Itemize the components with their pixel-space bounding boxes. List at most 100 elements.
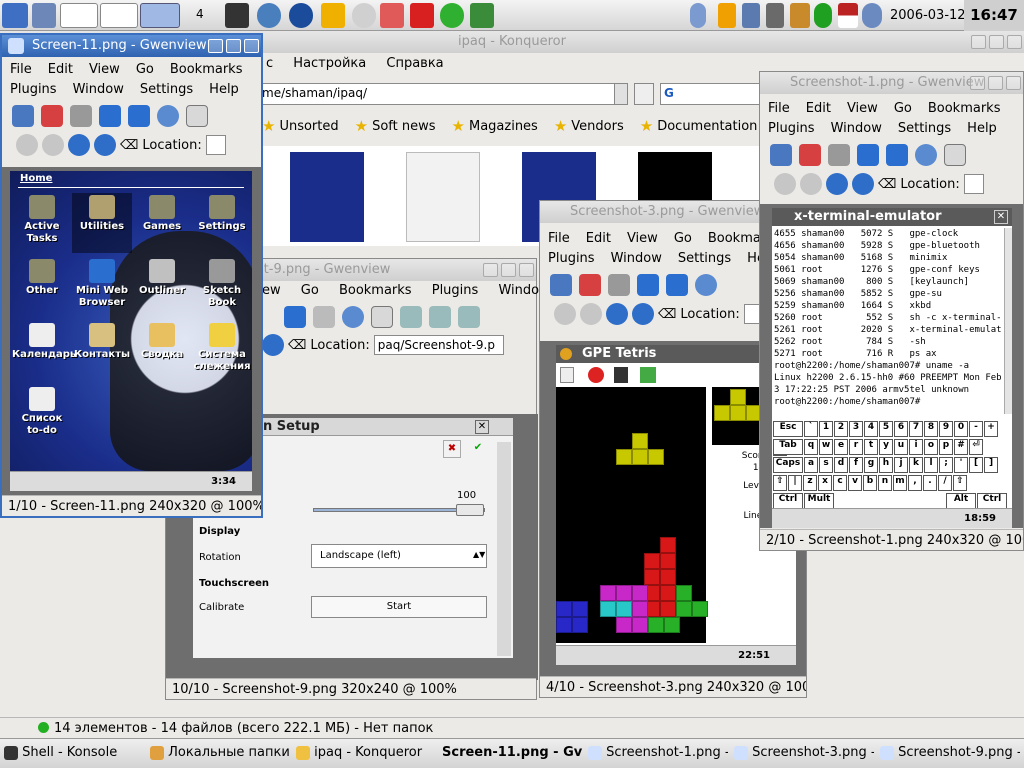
menu-file[interactable]: File (10, 62, 32, 77)
zoom-fit-icon[interactable] (944, 144, 966, 166)
menu-plugins[interactable]: Plugins (548, 251, 595, 266)
back-icon[interactable] (99, 105, 121, 127)
menu-settings[interactable]: Settings (898, 121, 951, 136)
up-back-icon[interactable] (16, 134, 38, 156)
menu-go[interactable]: Go (136, 62, 154, 77)
task-screen-11[interactable]: Screen-11.png - Gv (442, 745, 582, 760)
forward-icon[interactable] (666, 274, 688, 296)
menu-window[interactable]: Window (831, 121, 882, 136)
home-icon[interactable] (632, 303, 654, 325)
key[interactable]: Esc (773, 421, 803, 437)
onscreen-keyboard[interactable]: Esc`1234567890-+⟵Tabqwertyuiop#⏎Capsasdf… (772, 418, 1012, 510)
scores-icon[interactable] (640, 367, 656, 383)
menu-file[interactable]: File (548, 231, 570, 246)
thumbnail-screen-11[interactable] (290, 152, 364, 242)
up-icon[interactable] (68, 134, 90, 156)
pda-app-launcher[interactable]: Mini Web Browser (72, 257, 132, 309)
new-game-icon[interactable] (560, 367, 574, 383)
key[interactable]: h (879, 457, 893, 473)
gw9-minimize-button[interactable] (483, 263, 498, 277)
key[interactable]: x (818, 475, 832, 491)
zoom-100-icon[interactable] (458, 306, 480, 328)
key[interactable]: l (924, 457, 938, 473)
key[interactable]: [ (969, 457, 983, 473)
pda-app-launcher[interactable]: Sketch Book (192, 257, 252, 309)
key[interactable]: o (924, 439, 938, 455)
menu-help[interactable]: Help (967, 121, 997, 136)
pda-app-launcher[interactable]: Other (12, 257, 72, 297)
pager-desktop-1[interactable] (60, 3, 98, 28)
menu-plugins[interactable]: Plugins (432, 283, 479, 298)
task-screenshot-1[interactable]: Screenshot-1.png - G (588, 745, 728, 760)
key[interactable]: Ctrl (773, 493, 803, 509)
gw1-location-input[interactable] (963, 174, 984, 194)
menu-help[interactable]: Справка (386, 56, 443, 71)
pager-desktop-3[interactable] (140, 3, 180, 28)
thumbnail-screenshot-1[interactable] (406, 152, 480, 242)
key[interactable]: Alt (946, 493, 976, 509)
kde-menu-icon[interactable] (2, 3, 28, 28)
key[interactable]: / (938, 475, 952, 491)
bookmark-soft-news[interactable]: ★ Soft news (355, 117, 436, 135)
calibrate-start-button[interactable]: Start (311, 596, 487, 618)
icq-tray-icon[interactable] (814, 3, 832, 28)
rotation-select[interactable]: Landscape (left) (311, 544, 487, 568)
key[interactable]: u (894, 439, 908, 455)
menu-settings[interactable]: Settings (140, 82, 193, 97)
key[interactable]: m (893, 475, 907, 491)
open-folder-icon[interactable] (770, 144, 792, 166)
key[interactable]: ; (939, 457, 953, 473)
konqueror-maximize-button[interactable] (989, 35, 1004, 49)
key[interactable]: ⇧ (953, 475, 967, 491)
key[interactable]: Caps (773, 457, 803, 473)
terminal-output[interactable]: 4655 shaman00 5072 S gpe-clock 4656 shama… (772, 228, 1004, 414)
up-forward-icon[interactable] (42, 134, 64, 156)
key[interactable]: - (969, 421, 983, 437)
key[interactable]: g (864, 457, 878, 473)
gw11-location-input[interactable] (205, 135, 226, 155)
menu-file[interactable]: File (768, 101, 790, 116)
menu-view[interactable]: View (847, 101, 878, 116)
zoom-out-icon[interactable] (429, 306, 451, 328)
clear-location-icon[interactable]: ⌫ (120, 138, 138, 153)
key[interactable]: j (894, 457, 908, 473)
key[interactable]: 7 (909, 421, 923, 437)
konqueror-minimize-button[interactable] (971, 35, 986, 49)
klipper-tray-icon[interactable] (718, 3, 736, 28)
pager-desktop-4-label[interactable]: 4 (196, 7, 204, 21)
konqueror-location-input[interactable]: me/shaman/ipaq/ (258, 83, 616, 105)
cancel-icon[interactable]: ✖ (443, 440, 461, 458)
menu-plugins[interactable]: Plugins (10, 82, 57, 97)
menu-view[interactable]: View (89, 62, 120, 77)
key[interactable]: 2 (834, 421, 848, 437)
gw9-close-button[interactable] (519, 263, 534, 277)
konqueror-launcher-icon[interactable] (257, 3, 281, 28)
pda-app-launcher[interactable]: Utilities (72, 193, 132, 253)
up-icon[interactable] (606, 303, 628, 325)
pda-app-launcher[interactable]: Контакты (72, 321, 132, 361)
bookmark-magazines[interactable]: ★ Magazines (452, 117, 538, 135)
back-icon[interactable] (637, 274, 659, 296)
key[interactable]: ⇧ (773, 475, 787, 491)
up-back-icon[interactable] (774, 173, 796, 195)
menu-view[interactable]: ew (262, 283, 281, 298)
key[interactable]: 5 (879, 421, 893, 437)
clear-location-icon[interactable]: ⌫ (288, 338, 306, 353)
pda-app-launcher[interactable]: Settings (192, 193, 252, 233)
pdf-launcher-icon[interactable] (410, 3, 434, 28)
lifesaver-launcher-icon[interactable] (380, 3, 404, 28)
forward-icon[interactable] (128, 105, 150, 127)
open-folder-icon[interactable] (12, 105, 34, 127)
task-shell-konsole[interactable]: Shell - Konsole (4, 745, 146, 760)
zoom-fit-icon[interactable] (186, 105, 208, 127)
menu-bookmarks[interactable]: Bookmarks (170, 62, 243, 77)
task-konqueror[interactable]: ipaq - Konqueror (296, 745, 436, 760)
key[interactable]: z (803, 475, 817, 491)
graphics-launcher-icon[interactable] (321, 3, 345, 28)
globe-tray-icon[interactable] (862, 3, 882, 28)
brightness-slider[interactable] (313, 504, 485, 516)
key[interactable]: n (878, 475, 892, 491)
menu-plugins[interactable]: Plugins (768, 121, 815, 136)
open-folder-icon[interactable] (550, 274, 572, 296)
menu-bookmarks[interactable]: Bookmarks (339, 283, 412, 298)
